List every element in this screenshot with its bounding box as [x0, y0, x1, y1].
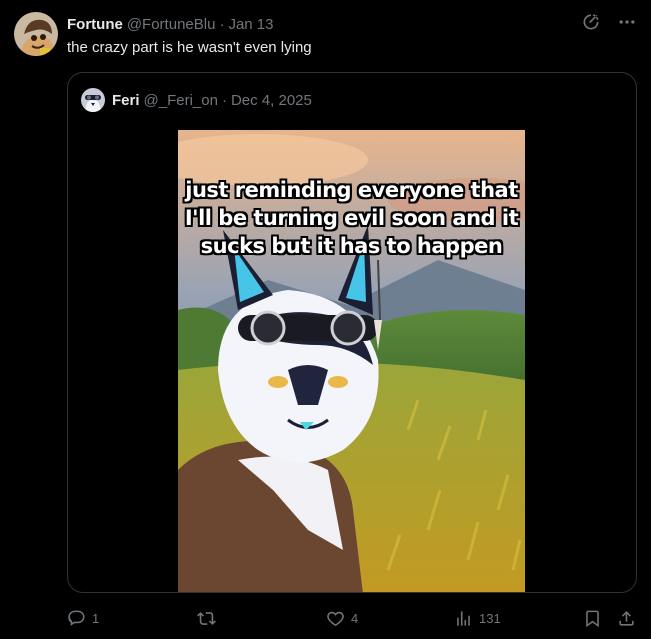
quoted-header: Feri @_Feri_on · Dec 4, 2025 — [112, 90, 312, 110]
views-button[interactable]: 131 — [454, 606, 501, 630]
repost-button[interactable] — [197, 606, 222, 630]
reply-count: 1 — [92, 610, 100, 626]
grok-icon[interactable] — [581, 12, 601, 32]
like-icon — [327, 611, 344, 626]
views-icon — [457, 610, 470, 626]
bookmark-button[interactable] — [583, 606, 602, 630]
repost-icon — [197, 611, 216, 625]
views-count: 131 — [479, 610, 501, 626]
tweet[interactable]: Fortune @FortuneBlu · Jan 13 the crazy p… — [0, 0, 651, 639]
post-actions: 1 4 131 — [67, 606, 637, 630]
author-handle[interactable]: @FortuneBlu — [127, 16, 216, 33]
quoted-author-handle[interactable]: @_Feri_on — [144, 92, 218, 109]
post-header: Fortune @FortuneBlu · Jan 13 — [67, 14, 273, 34]
reply-icon — [68, 610, 85, 626]
post-top-icons — [581, 12, 637, 32]
quoted-header-separator: · — [221, 91, 227, 109]
header-separator: · — [219, 15, 225, 33]
like-count: 4 — [351, 610, 359, 626]
bookmark-icon — [586, 610, 599, 627]
quoted-author-name[interactable]: Feri — [112, 92, 140, 109]
author-name[interactable]: Fortune — [67, 16, 123, 33]
more-icon[interactable] — [617, 12, 637, 32]
post-text: the crazy part is he wasn't even lying — [67, 39, 312, 56]
author-avatar[interactable] — [14, 12, 58, 56]
quoted-post[interactable]: Feri @_Feri_on · Dec 4, 2025 just remind… — [67, 72, 637, 593]
post-date[interactable]: Jan 13 — [228, 16, 273, 33]
like-button[interactable]: 4 — [326, 606, 358, 630]
share-button[interactable] — [617, 606, 636, 630]
meme-caption: just reminding everyone that I'll be tur… — [184, 178, 519, 258]
reply-button[interactable]: 1 — [67, 606, 99, 630]
share-icon — [619, 610, 634, 626]
quoted-media-image[interactable]: just reminding everyone that I'll be tur… — [178, 130, 525, 592]
quoted-date[interactable]: Dec 4, 2025 — [231, 92, 312, 109]
quoted-author-avatar[interactable] — [81, 88, 105, 112]
